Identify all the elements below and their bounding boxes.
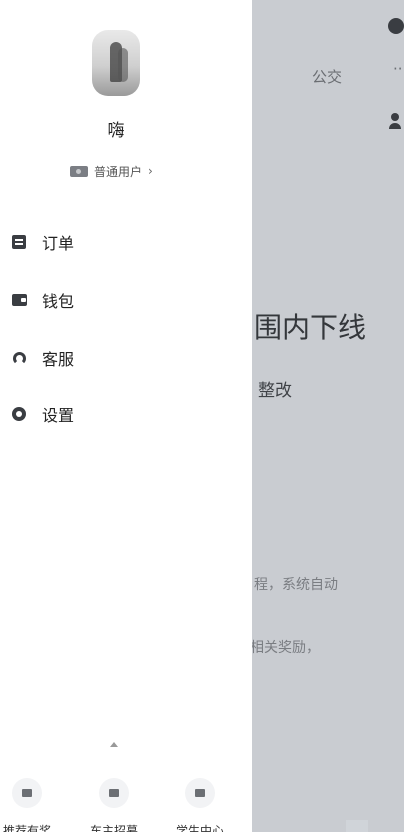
menu-item-label: 设置 (42, 406, 75, 425)
shortcut-student-center[interactable]: 学生中心 (165, 778, 235, 832)
menu-item-orders[interactable]: 订单 (10, 226, 74, 258)
id-card-icon (70, 165, 88, 177)
bottom-shortcuts: 推荐有奖 车主招募 学生中心 (0, 778, 252, 832)
settings-icon (10, 405, 28, 423)
headset-icon (10, 349, 28, 367)
menu-item-label: 钱包 (42, 292, 75, 311)
user-level-label: 普通用户 (94, 164, 143, 179)
shortcut-driver-recruit[interactable]: 车主招募 (79, 778, 149, 832)
gift-icon (12, 778, 42, 808)
notice-headline: 围内下线 (254, 311, 367, 344)
background-decoration (346, 820, 368, 832)
notice-text-1: 程，系统自动 (254, 577, 338, 593)
wallet-icon (10, 291, 28, 309)
menu-item-label: 订单 (42, 234, 75, 253)
shortcut-label: 推荐有奖 (2, 824, 51, 832)
menu-item-settings[interactable]: 设置 (10, 398, 74, 430)
menu-item-service[interactable]: 客服 (10, 342, 74, 374)
message-icon[interactable] (388, 18, 404, 34)
menu-item-wallet[interactable]: 钱包 (10, 284, 74, 316)
side-drawer: 嗨 普通用户 › 订单 钱包 客服 设置 推荐有奖 车主招募 学生中心 (0, 0, 252, 832)
shortcut-label: 学生中心 (175, 824, 224, 832)
tab-bus[interactable]: 公交 (312, 66, 342, 87)
order-icon (10, 233, 28, 251)
avatar[interactable] (92, 30, 140, 96)
chevron-right-icon: › (148, 164, 153, 178)
user-level-badge[interactable]: 普通用户 › (70, 162, 153, 180)
menu-item-label: 客服 (42, 350, 75, 369)
more-tabs[interactable]: ··· (393, 60, 404, 78)
expand-up-icon[interactable] (110, 742, 118, 747)
user-name: 嗨 (107, 121, 125, 141)
avatar-figure-2 (118, 48, 128, 82)
shortcut-referral[interactable]: 推荐有奖 (0, 778, 62, 832)
driver-icon (99, 778, 129, 808)
notice-text-2: 相关奖励， (250, 640, 320, 656)
shortcut-label: 车主招募 (89, 824, 138, 832)
graduation-cap-icon (185, 778, 215, 808)
notice-subhead: 整改 (258, 381, 292, 401)
person-icon[interactable] (388, 112, 404, 130)
